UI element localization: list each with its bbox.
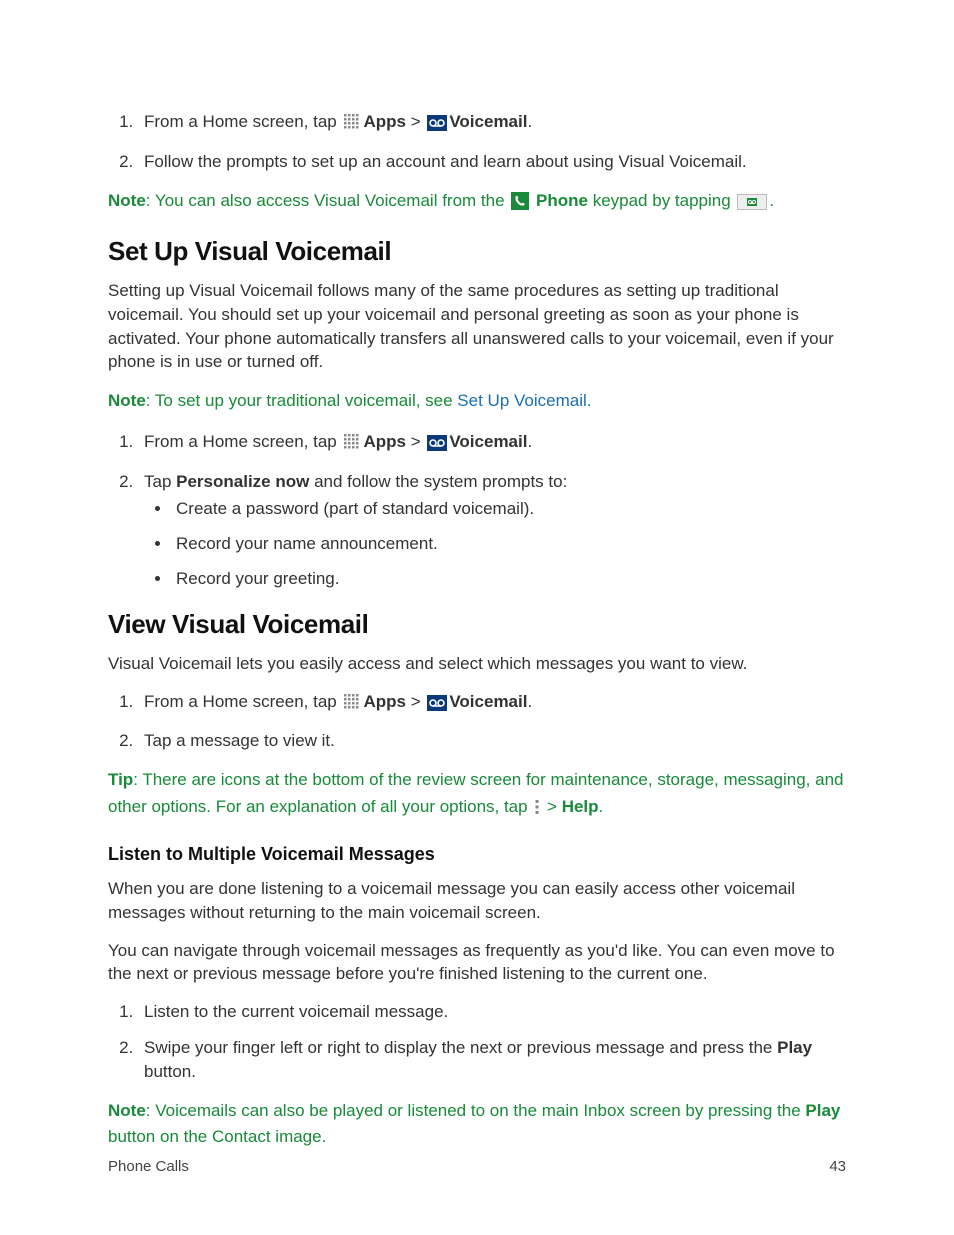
step-text: From a Home screen, tap (144, 692, 341, 711)
list-item: Listen to the current voicemail message. (138, 1000, 846, 1024)
note-text: : You can also access Visual Voicemail f… (146, 191, 510, 210)
note-text: : To set up your traditional voicemail, … (146, 391, 458, 410)
voicemail-icon (427, 694, 447, 718)
play-label: Play (805, 1101, 840, 1120)
voicemail-label: Voicemail (449, 432, 527, 451)
bullet-text: Record your name announcement. (176, 534, 438, 553)
step-text: From a Home screen, tap (144, 432, 341, 451)
voicemail-icon (427, 434, 447, 458)
list-item: Create a password (part of standard voic… (172, 498, 846, 521)
list-item: Follow the prompts to set up an account … (138, 150, 846, 174)
list-item: Swipe your finger left or right to displ… (138, 1036, 846, 1084)
voicemail-label: Voicemail (449, 692, 527, 711)
step-text: From a Home screen, tap (144, 112, 341, 131)
voicemail-icon (427, 114, 447, 138)
period: . (527, 112, 532, 131)
period: . (527, 692, 532, 711)
intro-steps: From a Home screen, tap Apps > Voicemail… (108, 110, 846, 174)
apps-grid-icon (343, 113, 361, 138)
apps-label: Apps (363, 112, 406, 131)
list-item: Tap a message to view it. (138, 729, 846, 753)
document-page: From a Home screen, tap Apps > Voicemail… (0, 0, 954, 1235)
note-label: Note (108, 1101, 146, 1120)
tip-text: . (599, 797, 604, 816)
step-text: Tap (144, 472, 176, 491)
section-heading-setup: Set Up Visual Voicemail (108, 236, 846, 267)
view-steps: From a Home screen, tap Apps > Voicemail… (108, 690, 846, 754)
note-text: . (587, 391, 592, 410)
phone-app-icon (511, 192, 529, 218)
list-item: From a Home screen, tap Apps > Voicemail… (138, 110, 846, 138)
note-label: Note (108, 391, 146, 410)
setup-steps: From a Home screen, tap Apps > Voicemail… (108, 430, 846, 590)
voicemail-label: Voicemail (449, 112, 527, 131)
step-text: button. (144, 1062, 196, 1081)
paragraph: You can navigate through voicemail messa… (108, 939, 846, 987)
link-setup-voicemail[interactable]: Set Up Voicemail (457, 391, 586, 410)
paragraph: When you are done listening to a voicema… (108, 877, 846, 925)
separator: > (406, 432, 425, 451)
voicemail-keypad-icon (737, 192, 767, 218)
paragraph: Visual Voicemail lets you easily access … (108, 652, 846, 676)
note-callout: Note: Voicemails can also be played or l… (108, 1098, 846, 1151)
note-text: : Voicemails can also be played or liste… (146, 1101, 806, 1120)
play-label: Play (777, 1038, 812, 1057)
note-label: Note (108, 191, 146, 210)
step-text: Tap a message to view it. (144, 731, 335, 750)
note-callout: Note: To set up your traditional voicema… (108, 388, 846, 414)
bullet-text: Record your greeting. (176, 569, 339, 588)
separator: > (406, 112, 425, 131)
list-item: From a Home screen, tap Apps > Voicemail… (138, 690, 846, 718)
list-item: Record your greeting. (172, 568, 846, 591)
list-item: Record your name announcement. (172, 533, 846, 556)
apps-grid-icon (343, 433, 361, 458)
footer-section: Phone Calls (108, 1158, 189, 1175)
bullet-text: Create a password (part of standard voic… (176, 499, 534, 518)
section-heading-view: View Visual Voicemail (108, 609, 846, 640)
separator: > (406, 692, 425, 711)
footer-page-number: 43 (829, 1158, 846, 1175)
note-text: keypad by tapping (588, 191, 735, 210)
paragraph: Setting up Visual Voicemail follows many… (108, 279, 846, 374)
apps-label: Apps (363, 432, 406, 451)
list-item: Tap Personalize now and follow the syste… (138, 470, 846, 591)
page-footer: Phone Calls 43 (108, 1158, 846, 1175)
subsection-heading-listen: Listen to Multiple Voicemail Messages (108, 844, 846, 865)
step-text: Listen to the current voicemail message. (144, 1002, 448, 1021)
tip-callout: Tip: There are icons at the bottom of th… (108, 767, 846, 824)
step-text: and follow the system prompts to: (309, 472, 567, 491)
help-label: Help (562, 797, 599, 816)
note-text: . (769, 191, 774, 210)
apps-grid-icon (343, 693, 361, 718)
phone-label: Phone (536, 191, 588, 210)
step-text: Follow the prompts to set up an account … (144, 152, 747, 171)
step-text: Swipe your finger left or right to displ… (144, 1038, 777, 1057)
setup-substeps: Create a password (part of standard voic… (144, 498, 846, 591)
period: . (527, 432, 532, 451)
separator: > (542, 797, 561, 816)
tip-label: Tip (108, 770, 133, 789)
list-item: From a Home screen, tap Apps > Voicemail… (138, 430, 846, 458)
tip-text: : There are icons at the bottom of the r… (108, 770, 844, 815)
note-text: button on the Contact image. (108, 1127, 326, 1146)
personalize-now-label: Personalize now (176, 472, 309, 491)
apps-label: Apps (363, 692, 406, 711)
listen-steps: Listen to the current voicemail message.… (108, 1000, 846, 1083)
note-callout: Note: You can also access Visual Voicema… (108, 188, 846, 218)
more-options-icon (534, 798, 540, 824)
